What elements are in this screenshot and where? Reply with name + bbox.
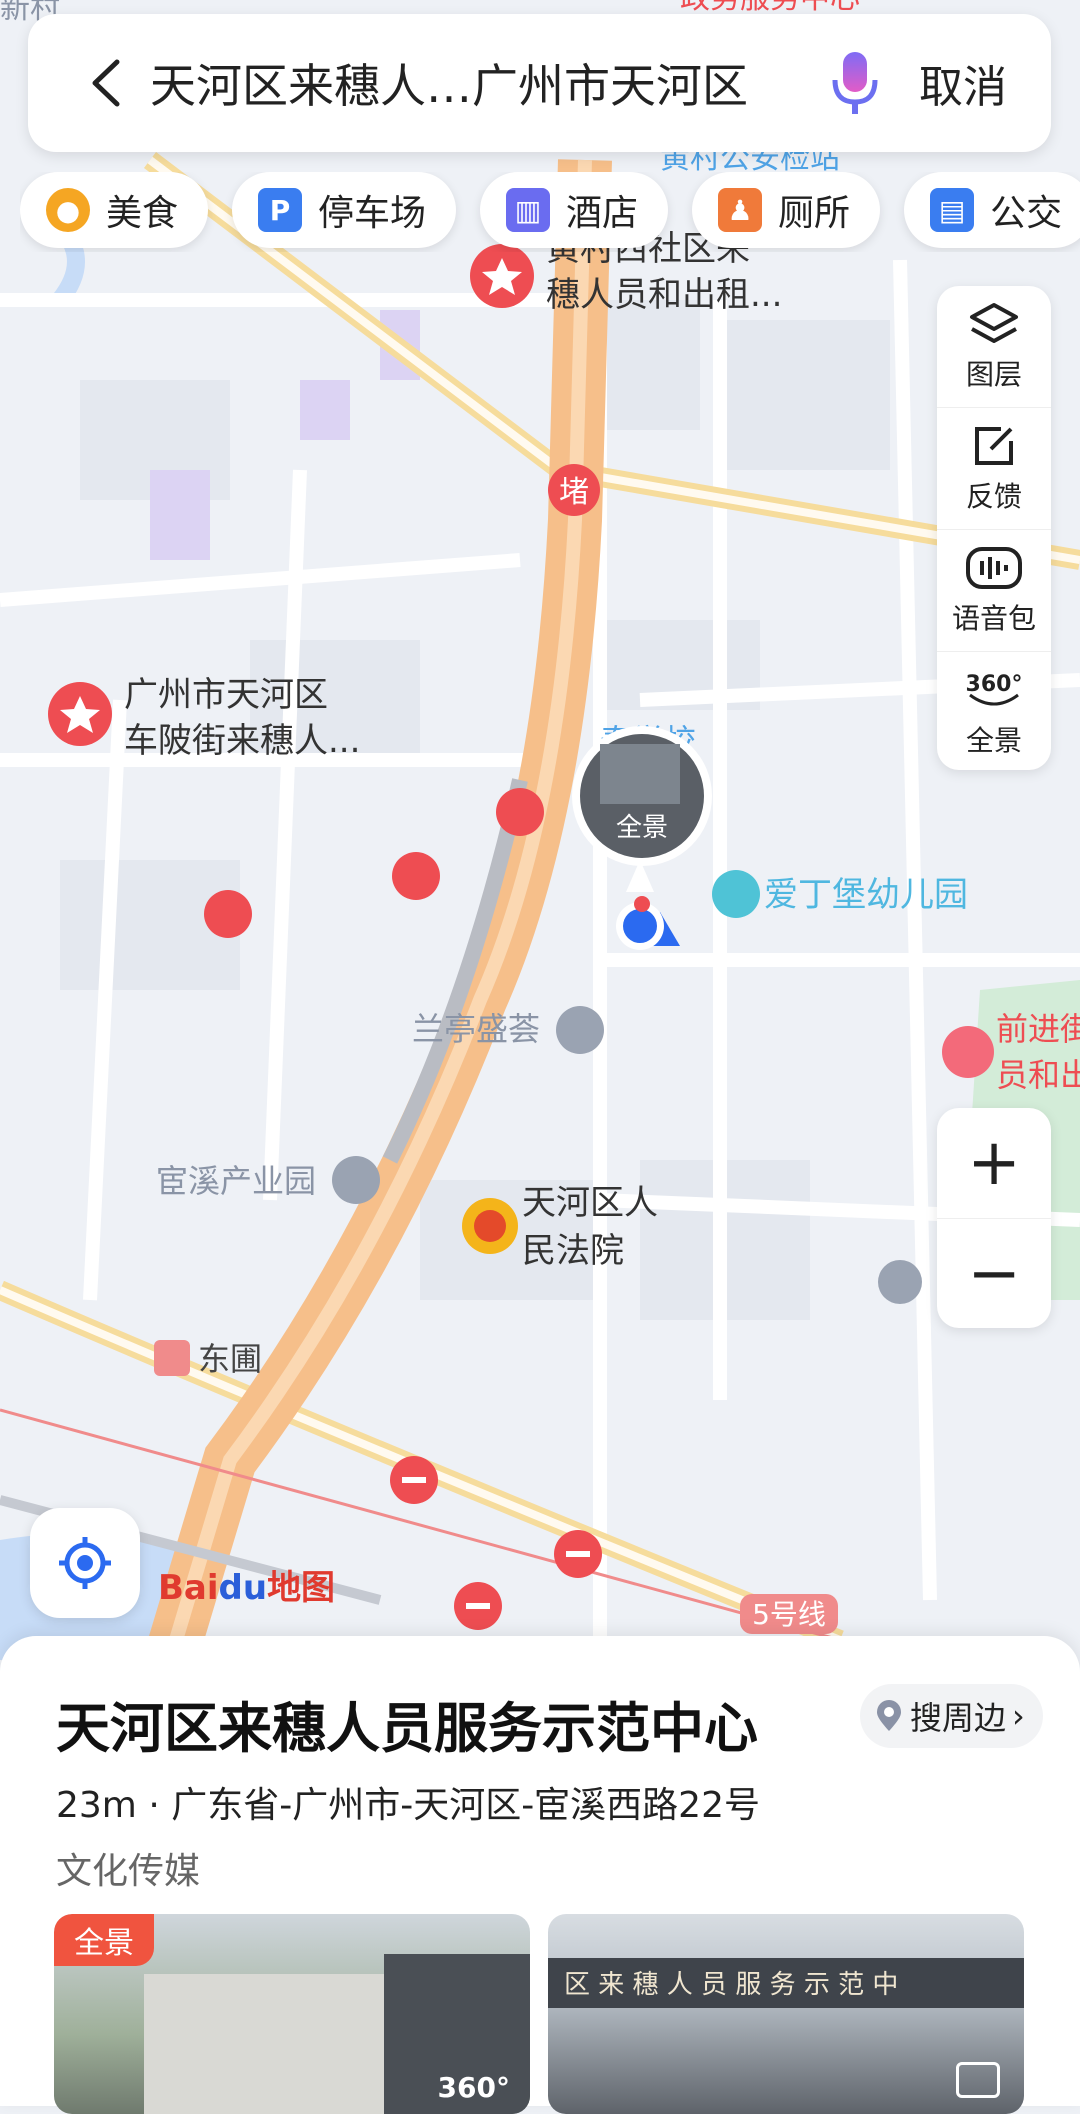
hotel-icon: ▥ xyxy=(506,188,551,232)
search-query[interactable]: 天河区来穗人…广州市天河区 xyxy=(150,50,825,116)
tool-label: 全景 xyxy=(965,723,1022,757)
cancel-button[interactable]: 取消 xyxy=(919,51,1007,115)
food-icon: ● xyxy=(46,188,90,232)
zoom-controls: + − xyxy=(937,1108,1051,1328)
poi-label: 宦溪产业园 xyxy=(156,1162,316,1200)
place-detail-sheet: 天河区来穗人员服务示范中心 搜周边 › 23m · 广东省-广州市-天河区-宦溪… xyxy=(0,1636,1080,2114)
chip-label: 酒店 xyxy=(566,193,639,234)
category-chips: ● 美食 P 停车场 ▥ 酒店 ♟ 厕所 ▤ 公交 xyxy=(20,172,1080,252)
poi-label: 前进街 xyxy=(996,1010,1080,1048)
feedback-icon xyxy=(975,426,1013,465)
poi-label: 爱丁堡幼儿园 xyxy=(764,875,968,915)
zoom-in-button[interactable]: + xyxy=(937,1108,1051,1218)
chip-label: 美食 xyxy=(106,193,179,234)
baidu-map-logo: Baidu地图 xyxy=(158,1568,336,1608)
gallery-icon xyxy=(956,2062,1000,2098)
tool-label: 反馈 xyxy=(965,479,1022,513)
place-distance-address: 23m · 广东省-广州市-天河区-宦溪西路22号 xyxy=(56,1785,760,1826)
poi-label: 员和出 xyxy=(996,1056,1080,1094)
poi-label: 东圃 xyxy=(198,1340,262,1378)
place-name: 天河区来穗人员服务示范中心 xyxy=(56,1697,758,1760)
building-sign-text: 区 来 穗 人 员 服 务 示 范 中 xyxy=(564,1970,899,2000)
feedback-button[interactable]: 反馈 xyxy=(937,407,1051,529)
panorama-360-icon: 360° xyxy=(966,672,1023,705)
poi-label: 穗人员和出租... xyxy=(546,275,782,315)
search-nearby-button[interactable]: 搜周边 › xyxy=(860,1684,1043,1748)
zoom-out-button[interactable]: − xyxy=(937,1218,1051,1329)
layers-button[interactable]: 图层 xyxy=(937,286,1051,407)
map-tools-panel: 图层 反馈 语音包 360° 全景 xyxy=(937,286,1051,770)
poi-label: 广州市天河区 xyxy=(124,675,328,715)
toilet-icon: ♟ xyxy=(718,188,763,232)
svg-text:360°: 360° xyxy=(966,672,1023,697)
place-category: 文化传媒 xyxy=(56,1851,201,1892)
parking-icon: P xyxy=(258,188,303,232)
tool-label: 语音包 xyxy=(951,601,1036,635)
chip-label: 停车场 xyxy=(318,193,427,234)
poi-label: 民法院 xyxy=(522,1231,624,1271)
tool-label: 图层 xyxy=(965,357,1022,391)
search-bar[interactable]: 天河区来穗人…广州市天河区 取消 xyxy=(28,14,1051,152)
location-pin-icon xyxy=(877,1700,901,1731)
svg-text:5号线: 5号线 xyxy=(752,1598,826,1631)
poi-label: 兰亭盛荟 xyxy=(412,1010,540,1048)
chip-hotel[interactable]: ▥ 酒店 xyxy=(480,172,669,248)
poi-label: 天河区人 xyxy=(522,1183,658,1223)
poi-yuanxi[interactable]: 宦溪产业园 xyxy=(156,1156,380,1204)
poi-metro-dongpu[interactable]: 东圃 xyxy=(154,1340,262,1378)
metro-line-5-label: 5号线 xyxy=(740,1594,838,1634)
poi-lanting[interactable]: 兰亭盛荟 xyxy=(412,1006,604,1054)
voice-pack-button[interactable]: 语音包 xyxy=(937,529,1051,651)
poi-kindergarten[interactable]: 爱丁堡幼儿园 xyxy=(712,870,968,918)
locate-icon xyxy=(59,1537,111,1589)
panorama-badge: 全景 xyxy=(54,1914,154,1966)
chevron-right-icon: › xyxy=(1012,1697,1025,1735)
chip-toilet[interactable]: ♟ 厕所 xyxy=(692,172,881,248)
poi-label: 车陂街来穗人... xyxy=(124,721,360,761)
svg-text:全景: 全景 xyxy=(616,813,668,843)
panorama-button[interactable]: 360° 全景 xyxy=(937,651,1051,773)
poi-marker[interactable] xyxy=(878,1260,922,1304)
bus-icon: ▤ xyxy=(930,188,975,232)
back-icon[interactable] xyxy=(76,53,136,113)
traffic-jam-marker[interactable]: 堵 xyxy=(548,464,600,516)
voice-input-icon[interactable] xyxy=(825,48,885,118)
layers-icon xyxy=(970,302,1018,343)
chip-food[interactable]: ● 美食 xyxy=(20,172,209,248)
locate-me-button[interactable] xyxy=(30,1508,140,1618)
place-photo-building[interactable]: 区 来 穗 人 员 服 务 示 范 中 xyxy=(548,1914,1024,2114)
chip-bus[interactable]: ▤ 公交 xyxy=(904,172,1080,248)
panorama-360-icon: 360° xyxy=(437,2071,510,2104)
chip-label: 公交 xyxy=(990,193,1063,234)
voice-pack-icon xyxy=(966,546,1022,589)
place-photo-panorama[interactable]: 全景 360° xyxy=(54,1914,530,2114)
chip-parking[interactable]: P 停车场 xyxy=(232,172,457,248)
chip-label: 厕所 xyxy=(778,193,851,234)
svg-text:堵: 堵 xyxy=(559,475,589,510)
